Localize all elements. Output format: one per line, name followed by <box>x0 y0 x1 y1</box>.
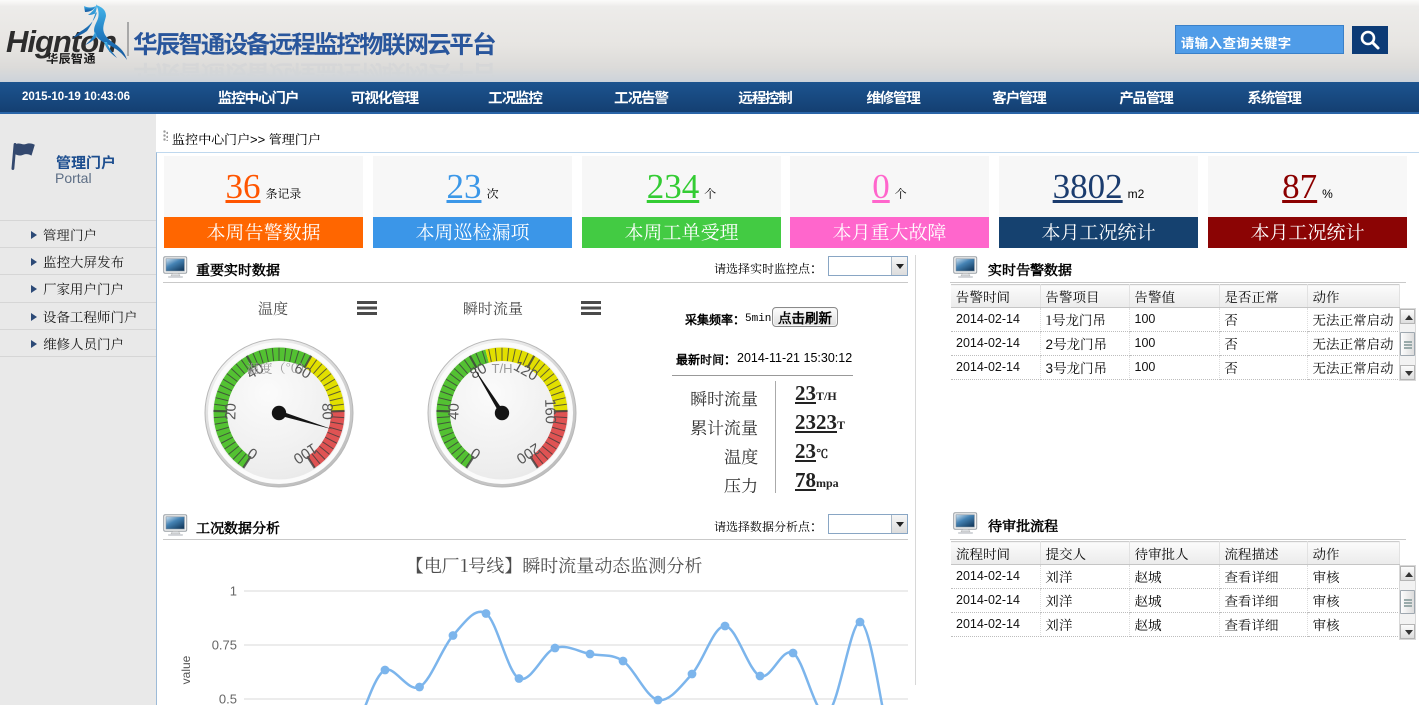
svg-text:0.75: 0.75 <box>212 638 237 653</box>
svg-text:1: 1 <box>230 584 237 599</box>
svg-text:【电厂1号线】瞬时流量动态监测分析: 【电厂1号线】瞬时流量动态监测分析 <box>406 552 702 578</box>
svg-text:value: value <box>179 655 193 684</box>
svg-text:20: 20 <box>222 403 240 420</box>
svg-text:T/H: T/H <box>492 358 513 377</box>
svg-text:40: 40 <box>445 403 463 420</box>
svg-text:160: 160 <box>541 399 559 425</box>
svg-text:80: 80 <box>318 403 336 420</box>
svg-text:0.5: 0.5 <box>219 692 237 705</box>
svg-text:温度（℃）: 温度（℃） <box>246 358 311 377</box>
